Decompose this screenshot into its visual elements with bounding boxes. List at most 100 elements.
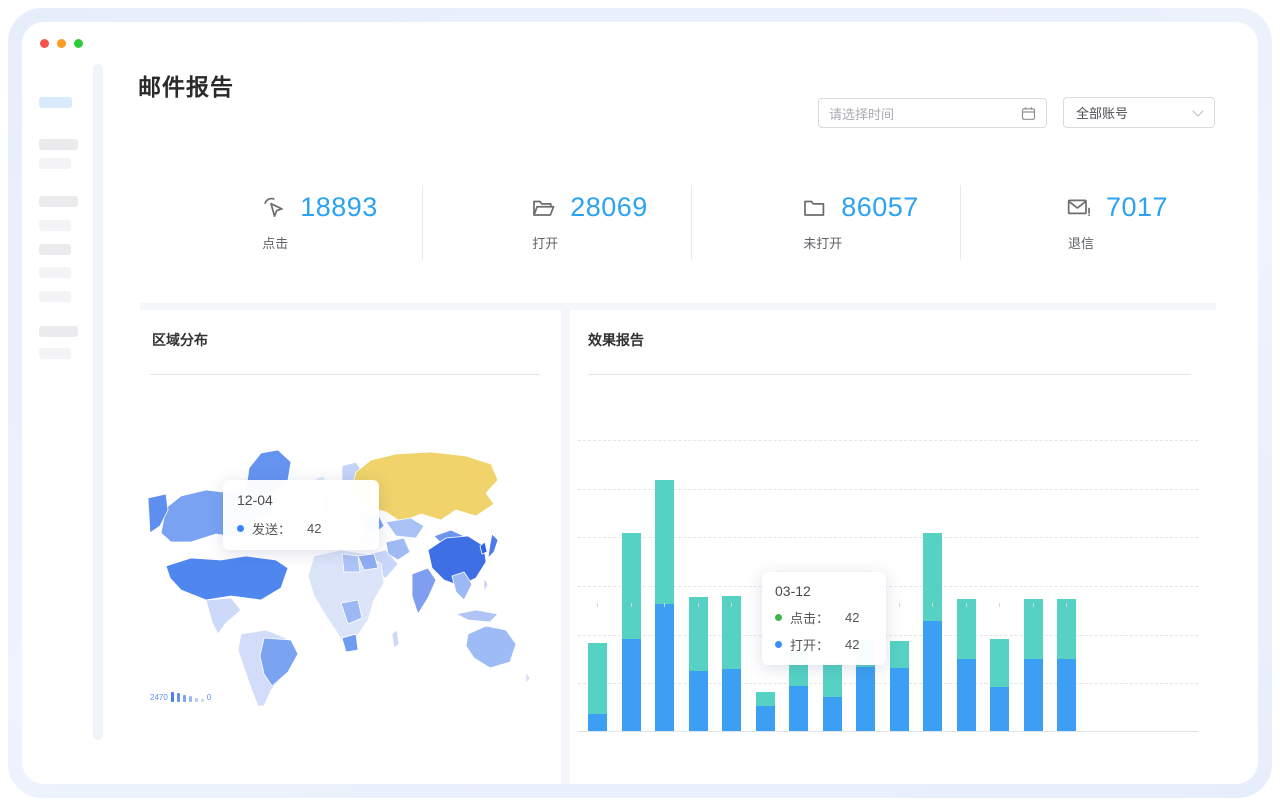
bar-segment-click[interactable] xyxy=(655,480,674,604)
map-region-madagascar[interactable] xyxy=(392,630,399,648)
date-range-input[interactable]: 请选择时间 xyxy=(818,98,1047,128)
bar-segment-click[interactable] xyxy=(622,533,641,639)
bar-stack[interactable] xyxy=(923,533,942,731)
bar-stack[interactable] xyxy=(890,641,909,731)
bar-segment-open[interactable] xyxy=(890,668,909,731)
map-region-mexico[interactable] xyxy=(206,598,241,634)
bar-segment-open[interactable] xyxy=(622,639,641,731)
series-dot-click xyxy=(775,614,782,621)
bar-stack[interactable] xyxy=(756,692,775,731)
stat-divider xyxy=(422,185,423,260)
folder-open-icon xyxy=(530,195,556,221)
report-panel-title: 效果报告 xyxy=(588,330,644,350)
bar-segment-open[interactable] xyxy=(957,659,976,731)
chart-tooltip-click-name: 点击： xyxy=(790,608,829,627)
map-region-philippines[interactable] xyxy=(484,578,488,592)
sidebar-item-placeholder[interactable] xyxy=(39,291,71,302)
map-region-india[interactable] xyxy=(412,568,436,614)
bar-segment-click[interactable] xyxy=(1024,599,1043,659)
region-panel-title: 区域分布 xyxy=(152,330,208,350)
sidebar-item-placeholder[interactable] xyxy=(39,220,71,231)
stat-card-unopened: 86057 未打开 xyxy=(801,192,919,252)
minimize-window-icon[interactable] xyxy=(57,39,66,48)
bar-segment-click[interactable] xyxy=(756,692,775,706)
series-dot-open xyxy=(775,641,782,648)
chart-tooltip: 03-12 点击： 42 打开： 42 xyxy=(762,572,886,665)
bar-plot xyxy=(578,440,1198,732)
map-region-japan[interactable] xyxy=(488,534,498,558)
chart-tooltip-open-name: 打开： xyxy=(790,635,829,654)
bar-segment-click[interactable] xyxy=(957,599,976,659)
visualmap-legend[interactable]: 2470 0 xyxy=(150,692,211,702)
calendar-icon[interactable] xyxy=(1021,106,1036,121)
chevron-down-icon xyxy=(1192,105,1203,116)
bar-segment-open[interactable] xyxy=(1057,659,1076,731)
sidebar-item-placeholder[interactable] xyxy=(39,267,71,278)
stat-value-unopened: 86057 xyxy=(841,192,919,223)
sidebar-item-placeholder[interactable] xyxy=(39,196,78,207)
sidebar-item-placeholder[interactable] xyxy=(39,244,71,255)
bar-segment-open[interactable] xyxy=(823,697,842,731)
sidebar-item-placeholder[interactable] xyxy=(39,139,78,150)
stat-value-opened: 28069 xyxy=(570,192,648,223)
bar-segment-open[interactable] xyxy=(756,706,775,731)
bar-segment-open[interactable] xyxy=(1024,659,1043,731)
stat-label-clicks: 点击 xyxy=(260,233,378,252)
chart-tooltip-open-value: 42 xyxy=(845,637,859,652)
cursor-click-icon xyxy=(260,195,286,221)
map-tooltip-date: 12-04 xyxy=(237,492,365,508)
bar-segment-click[interactable] xyxy=(1057,599,1076,659)
bar-segment-open[interactable] xyxy=(588,714,607,731)
bar-stack[interactable] xyxy=(957,599,976,731)
stat-card-clicks: 18893 点击 xyxy=(260,192,378,252)
bar-segment-open[interactable] xyxy=(856,667,875,731)
axis-tick xyxy=(597,603,598,607)
map-region-usa[interactable] xyxy=(166,556,288,600)
stat-divider xyxy=(691,185,692,260)
map-region-central-asia[interactable] xyxy=(386,518,424,538)
map-region-new-zealand[interactable] xyxy=(526,672,530,684)
map-region-australia[interactable] xyxy=(466,626,516,668)
map-tooltip-series-name: 发送： xyxy=(252,519,291,538)
page-title: 邮件报告 xyxy=(138,68,234,102)
bar-segment-click[interactable] xyxy=(588,643,607,714)
bar-stack[interactable] xyxy=(823,662,842,731)
stat-card-bounced: 7017 退信 xyxy=(1066,192,1168,252)
account-select[interactable]: 全部账号 xyxy=(1063,97,1215,128)
bar-segment-click[interactable] xyxy=(823,662,842,697)
bar-segment-click[interactable] xyxy=(990,639,1009,687)
bar-segment-open[interactable] xyxy=(655,604,674,731)
stat-divider xyxy=(960,185,961,260)
bar-segment-click[interactable] xyxy=(923,533,942,621)
gridline xyxy=(578,440,1198,441)
bar-segment-click[interactable] xyxy=(689,597,708,671)
bar-stack[interactable] xyxy=(622,533,641,731)
bar-segment-open[interactable] xyxy=(689,671,708,731)
map-region-libya[interactable] xyxy=(342,554,360,572)
bar-stack[interactable] xyxy=(990,639,1009,731)
stat-label-opened: 打开 xyxy=(530,233,648,252)
bar-segment-click[interactable] xyxy=(890,641,909,668)
bar-segment-open[interactable] xyxy=(789,686,808,731)
bar-stack[interactable] xyxy=(1057,599,1076,731)
bar-stack[interactable] xyxy=(1024,599,1043,731)
bar-segment-open[interactable] xyxy=(990,687,1009,731)
sidebar-item-active[interactable] xyxy=(39,97,72,108)
zoom-window-icon[interactable] xyxy=(74,39,83,48)
stat-card-opened: 28069 打开 xyxy=(530,192,648,252)
panel-rule xyxy=(588,374,1191,375)
sidebar-item-placeholder[interactable] xyxy=(39,348,71,359)
sidebar-item-placeholder[interactable] xyxy=(39,326,78,337)
visualmap-min: 0 xyxy=(207,693,211,702)
close-window-icon[interactable] xyxy=(40,39,49,48)
bar-segment-open[interactable] xyxy=(923,621,942,731)
map-region-indonesia[interactable] xyxy=(456,610,498,622)
sidebar-item-placeholder[interactable] xyxy=(39,158,71,169)
bar-stack[interactable] xyxy=(588,643,607,731)
axis-tick xyxy=(966,603,967,607)
bar-stack[interactable] xyxy=(689,597,708,731)
bar-stack[interactable] xyxy=(722,596,741,731)
panel-rule xyxy=(150,374,540,375)
axis-tick xyxy=(1033,603,1034,607)
bar-segment-open[interactable] xyxy=(722,669,741,731)
